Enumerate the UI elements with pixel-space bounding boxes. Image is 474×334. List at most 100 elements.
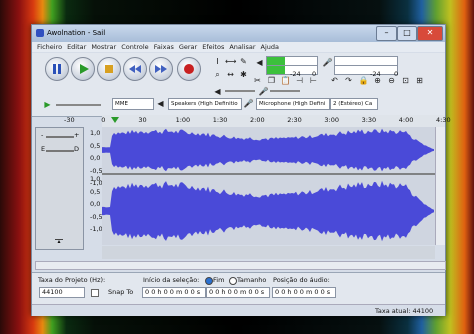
pan-slider[interactable] [46,150,74,152]
selection-start-label: Início da seleção: [143,276,200,284]
mic-volume-icon: 🎤 [258,87,269,96]
vertical-scrollbar[interactable] [435,127,445,245]
mic-device-icon: 🎤 [243,99,254,108]
maximize-button[interactable]: □ [397,26,417,41]
play-speed-slider[interactable] [56,104,101,106]
trim-icon[interactable]: ⊣ [294,75,305,86]
project-rate-select[interactable]: 44100 [39,287,85,298]
close-button[interactable]: ✕ [417,26,443,41]
speaker-icon[interactable]: ◀ [254,57,265,68]
ruler-tick: 1:30 [212,116,228,124]
selection-toolbar: Taxa do Projeto (Hz): 44100 Snap To Iníc… [32,272,445,305]
amplitude-tick: 1,0 [90,175,101,183]
track-control-panel[interactable]: - + E D ▴ [35,127,84,250]
length-label: Tamanho [237,276,267,284]
menu-item-mostrar[interactable]: Mostrar [91,42,116,52]
pause-button[interactable] [45,57,69,81]
ruler-tick: 2:30 [287,116,302,124]
zoom-tool-icon[interactable]: ⌕ [212,69,223,80]
play-button[interactable] [71,57,95,81]
zoom-in-icon[interactable]: ⊕ [372,75,383,86]
skip-start-icon [129,65,141,73]
paste-icon[interactable]: 📋 [280,75,291,86]
skip-end-icon [155,65,167,73]
ruler-tick: 0 [101,116,106,124]
length-radio[interactable] [229,277,237,285]
menu-item-editar[interactable]: Editar [67,42,86,52]
silence-icon[interactable]: ⊢ [308,75,319,86]
pause-icon [53,64,61,74]
menu-bar: Ficheiro Editar Mostrar Controle Faixas Gerar… [32,42,445,52]
menu-item-faixas[interactable]: Faixas [154,42,174,52]
stop-icon [105,65,113,73]
record-button[interactable] [177,57,201,81]
recording-device-select[interactable]: Microphone (High Defini [256,98,330,110]
play-icon [80,64,89,74]
selection-start-field[interactable]: 0 0 h 0 0 m 0 0 s [142,287,206,298]
audio-position-label: Posição do áudio: [273,276,330,284]
project-rate-label: Taxa do Projeto (Hz): [38,276,106,284]
menu-item-efeitos[interactable]: Efeitos [202,42,224,52]
waveform-graphic [102,127,435,245]
undo-icon[interactable]: ↶ [329,75,340,86]
redo-icon[interactable]: ↷ [343,75,354,86]
amplitude-tick: -0,5 [90,212,103,221]
playback-device-select[interactable]: Speakers (High Definitio [168,98,242,110]
fit-project-icon[interactable]: ⊞ [414,75,425,86]
copy-icon[interactable]: ❐ [266,75,277,86]
record-icon [184,64,194,74]
menu-item-ajuda[interactable]: Ajuda [261,42,279,52]
recording-volume-slider[interactable] [270,90,300,92]
skip-end-button[interactable] [149,57,173,81]
record-meter-right [334,65,398,75]
menu-item-analisar[interactable]: Analisar [229,42,255,52]
gain-plus-label: + [74,131,80,139]
menu-item-controle[interactable]: Controle [121,42,149,52]
skip-start-button[interactable] [123,57,147,81]
control-toolbar: I ⟷ ✎ ⌕ ↔ ✱ ◀ 🎤 -24 0 -24 0 ✂ ❐ 📋 ⊣ ⊢ ↶ … [32,53,445,117]
channels-select[interactable]: 2 (Estéreo) Ca [330,98,378,110]
audacity-window: Awolnation - Sail – □ ✕ Ficheiro Editar Mo… [31,24,451,316]
playback-volume-slider[interactable] [225,90,255,92]
gain-slider[interactable] [46,136,74,138]
amplitude-tick: -1,0 [90,225,103,233]
collapse-track-icon[interactable]: ▴ [55,239,63,245]
track-empty-area[interactable] [102,246,435,259]
amplitude-tick: 1,0 [90,129,101,137]
microphone-icon[interactable]: 🎤 [322,57,333,68]
status-bar: Taxa atual: 44100 [32,304,445,316]
stop-button[interactable] [97,57,121,81]
amplitude-tick: 0,0 [90,154,101,162]
fit-selection-icon[interactable]: ⊡ [400,75,411,86]
menu-item-gerar[interactable]: Gerar [179,42,197,52]
ruler-tick: 4:00 [398,116,414,124]
sync-lock-icon[interactable]: 🔒 [358,75,369,86]
timeshift-tool-icon[interactable]: ↔ [225,69,236,80]
waveform-area[interactable] [102,127,435,245]
window-title: Awolnation - Sail [47,29,106,37]
volume-icon: ◀ [214,87,221,96]
end-radio[interactable] [205,277,213,285]
envelope-tool-icon[interactable]: ⟷ [225,56,236,67]
end-label: Fim [213,276,225,284]
gain-minus-label: - [41,131,44,139]
cut-icon[interactable]: ✂ [252,75,263,86]
audio-host-select[interactable]: MME [112,98,154,110]
minimize-button[interactable]: – [376,26,397,41]
draw-tool-icon[interactable]: ✎ [238,56,249,67]
horizontal-scrollbar[interactable] [35,261,446,270]
play-at-speed-icon[interactable]: ▶ [42,99,53,110]
amplitude-tick: 0,5 [90,141,101,150]
pan-left-label: E [41,145,46,153]
snap-to-checkbox[interactable] [91,289,99,297]
menu-item-ficheiro[interactable]: Ficheiro [37,42,62,52]
multi-tool-icon[interactable]: ✱ [238,69,249,80]
snap-to-label: Snap To [108,288,134,296]
title-bar: Awolnation - Sail – □ ✕ [32,25,445,42]
selection-tool-icon[interactable]: I [212,56,223,67]
selection-end-field[interactable]: 0 0 h 0 0 m 0 0 s [206,287,270,298]
audio-position-field[interactable]: 0 0 h 0 0 m 0 0 s [272,287,336,298]
zoom-out-icon[interactable]: ⊖ [386,75,397,86]
ruler-tick: 4:30 [436,116,451,124]
app-icon [36,29,44,37]
